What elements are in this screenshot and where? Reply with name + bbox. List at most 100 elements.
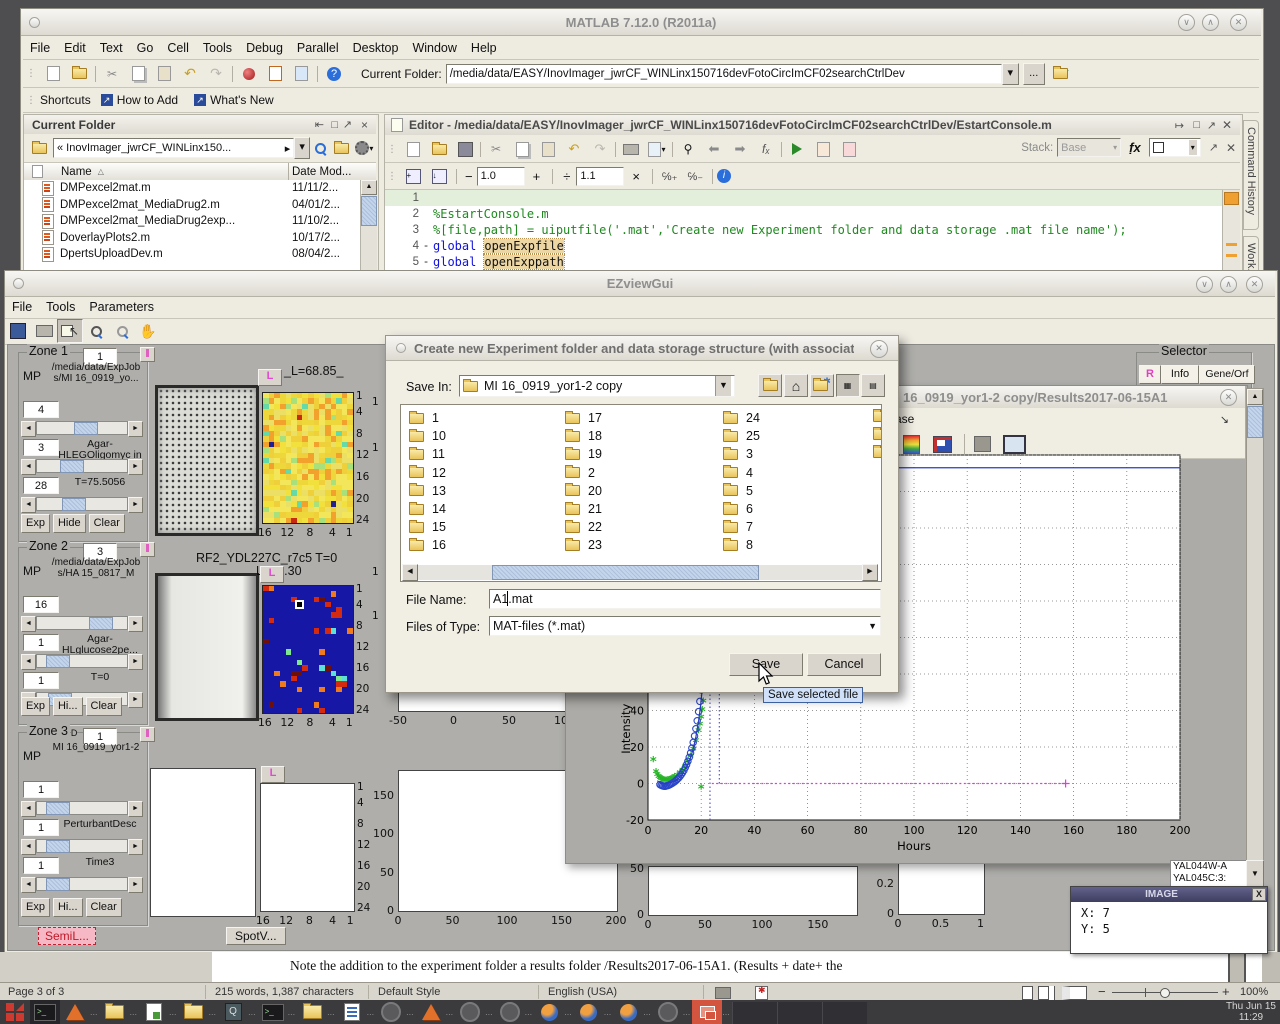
maximize-button[interactable]: ∧ [1220,276,1237,293]
zone-exp-button[interactable]: Exp [21,898,50,917]
overflow-dots[interactable]: ... [525,1007,533,1017]
next-cell-icon[interactable]: ↓ [426,165,452,187]
menu-file[interactable]: File [23,39,57,57]
folder-item[interactable]: 3 [723,447,753,461]
taskbar-item-app-circle[interactable] [495,1000,525,1024]
zone-clear-button[interactable]: Clear [86,697,122,716]
find-icon[interactable]: ⚲ [675,138,701,160]
edit-plot-icon[interactable]: ↖ [57,319,83,343]
undock-icon[interactable]: ↗ [343,118,352,131]
folder-item[interactable]: 15 [409,520,446,534]
undock-icon[interactable]: ↗ [1209,141,1218,154]
taskbar-empty-slot[interactable] [777,1002,822,1024]
zone-slider[interactable]: ◄► [21,421,143,435]
editor-scrollbar[interactable] [1222,190,1240,270]
zone-slider[interactable]: ◄► [21,459,143,473]
code-line[interactable]: 5-globalopenExppath [385,254,1222,270]
overflow-dots[interactable]: ... [288,1007,296,1017]
plate-photo-1[interactable] [155,385,259,536]
code-line[interactable]: 4-globalopenExpfile [385,238,1222,254]
zone-corner-button[interactable] [140,727,155,742]
slider-thumb[interactable] [89,617,113,630]
folder-item[interactable]: 23 [565,538,602,552]
shortcut-whats-new[interactable]: What's New [210,93,274,107]
selector-gene-button[interactable]: Gene/Orf [1199,365,1255,384]
menu-edit[interactable]: Edit [57,39,93,57]
zone-corner-button[interactable] [140,347,155,362]
taskbar-item-firefox[interactable] [534,1000,564,1024]
slider-track[interactable] [36,497,128,511]
gear-icon[interactable]: ▾ [353,137,376,159]
decrease-icon[interactable]: − [465,169,473,184]
zone-field-input[interactable]: 1 [23,819,59,836]
taskbar-item-launcher[interactable] [0,1000,30,1024]
dialog-titlebar[interactable]: Create new Experiment folder and data st… [386,336,898,361]
profiler-icon[interactable] [288,63,314,85]
zoom-out-icon[interactable] [109,320,135,342]
folder-item[interactable]: 25 [723,429,760,443]
overflow-dots[interactable]: ... [722,1007,730,1017]
folder-item[interactable]: 7 [723,520,753,534]
label-button-hm1[interactable]: L [258,369,282,386]
print-icon[interactable] [618,138,644,160]
stack-dropdown[interactable]: Base▾ [1057,138,1121,157]
file-name-input[interactable]: A1.mat [489,589,881,609]
slider-track[interactable] [36,839,128,853]
folder-item[interactable]: 2 [565,466,595,480]
heatmap-empty[interactable] [260,783,355,912]
slider-right-arrow[interactable]: ► [128,839,143,855]
insert-mode-icon[interactable] [715,987,731,999]
zoom-in-icon[interactable]: + [1222,984,1230,999]
taskbar-item-terminal[interactable]: >_ [258,1000,288,1024]
slider-left-arrow[interactable]: ◄ [21,459,36,475]
save-icon[interactable] [452,138,478,160]
folder-item[interactable]: 10 [409,429,446,443]
slider-track[interactable] [36,877,128,891]
taskbar-item-firefox[interactable] [613,1000,643,1024]
run-section-icon[interactable] [810,138,836,160]
insert-cell-icon[interactable]: + [400,165,426,187]
table-row[interactable]: DpertsUploadDev.m08/04/2... [24,246,360,263]
zone-hide-button[interactable]: Hide [53,514,86,533]
ezview-titlebar[interactable]: EZviewGui ∨ ∧ ✕ [5,271,1275,297]
menu-go[interactable]: Go [130,39,161,57]
undo-icon[interactable]: ↶ [561,138,587,160]
folder-item[interactable]: 18 [565,429,602,443]
menu-file[interactable]: File [5,298,39,316]
folder-item[interactable]: 14 [409,502,446,516]
maximize-panel-icon[interactable]: □ [331,119,338,131]
cell-value-right[interactable]: 1.1 [576,167,624,186]
results-scrollbar[interactable]: ▲ [1246,388,1264,862]
heatmap-growth[interactable] [262,392,354,524]
table-row[interactable]: DoverlayPlots2.m10/17/2... [24,230,360,247]
zone-slider[interactable]: ◄► [21,839,143,853]
slider-right-arrow[interactable]: ► [128,654,143,670]
table-row[interactable]: DMPexcel2mat.m11/11/2... [24,180,360,197]
current-folder-input[interactable]: /media/data/EASY/InovImager_jwrCF_WINLin… [446,64,1002,84]
overflow-dots[interactable]: ... [485,1007,493,1017]
close-icon[interactable]: ✕ [1226,141,1236,155]
guide-icon[interactable] [262,63,288,85]
slider-thumb[interactable] [46,840,70,853]
zone-field-input[interactable]: 3 [23,439,59,456]
save-in-dropdown[interactable]: MI 16_0919_yor1-2 copy ▼ [459,375,735,397]
slider-track[interactable] [36,654,128,668]
zone-clear-button[interactable]: Clear [86,898,122,917]
zoom-slider-thumb[interactable] [1160,988,1170,998]
taskbar-item-writer[interactable] [337,1000,367,1024]
increase-icon[interactable]: + [533,169,541,184]
window-menu-icon[interactable] [396,343,406,353]
up-one-level-icon[interactable] [331,137,352,159]
search-icon[interactable] [310,137,331,159]
semilog-button[interactable]: SemiL... [38,927,96,945]
new-icon[interactable] [400,138,426,160]
files-of-type-dropdown[interactable]: MAT-files (*.mat) ▼ [489,616,881,636]
close-button[interactable]: ✕ [870,340,888,358]
status-page[interactable]: Page 3 of 3 [8,986,64,998]
dock-icon[interactable]: ↦ [1175,119,1184,132]
cancel-button[interactable]: Cancel [807,653,881,676]
fx-icon[interactable]: f̣x [1129,140,1141,155]
close-button[interactable]: ✕ [1246,276,1263,293]
column-name[interactable]: Name [61,166,92,178]
grid-view-icon[interactable]: ▦ [836,374,860,397]
